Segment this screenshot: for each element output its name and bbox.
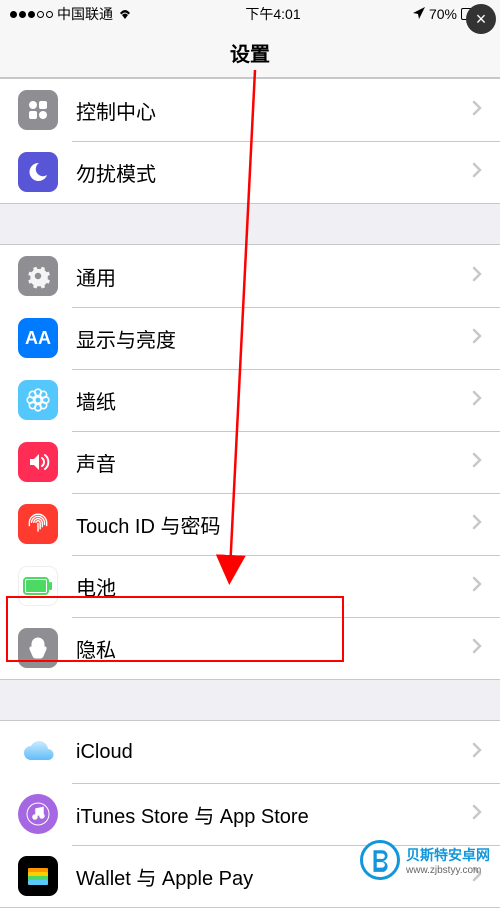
chevron-right-icon [472, 742, 482, 763]
row-label: 控制中心 [76, 96, 472, 125]
row-sound[interactable]: 声音 [0, 431, 500, 493]
itunes-icon [18, 794, 58, 834]
close-icon: × [476, 9, 487, 30]
row-itunes[interactable]: iTunes Store 与 App Store [0, 783, 500, 845]
status-left: 中国联通 [10, 4, 133, 24]
battery-row-icon [18, 566, 58, 606]
aa-icon: AA [18, 318, 58, 358]
watermark-title: 贝斯特安卓网 [406, 845, 490, 865]
row-dnd[interactable]: 勿扰模式 [0, 141, 500, 203]
row-label: iCloud [76, 741, 472, 764]
carrier-label: 中国联通 [57, 4, 113, 24]
gear-icon [18, 256, 58, 296]
chevron-right-icon [472, 452, 482, 473]
row-label: 隐私 [76, 634, 472, 663]
cloud-icon [18, 732, 58, 772]
row-icloud[interactable]: iCloud [0, 721, 500, 783]
chevron-right-icon [472, 804, 482, 825]
page-title: 设置 [230, 38, 270, 67]
row-label: iTunes Store 与 App Store [76, 800, 472, 829]
nav-bar: 设置 [0, 28, 500, 78]
row-general[interactable]: 通用 [0, 245, 500, 307]
row-label: 勿扰模式 [76, 158, 472, 187]
chevron-right-icon [472, 390, 482, 411]
chevron-right-icon [472, 576, 482, 597]
control-center-icon [18, 90, 58, 130]
location-icon [413, 6, 425, 22]
row-label: 声音 [76, 448, 472, 477]
settings-list[interactable]: 控制中心 勿扰模式 通用 AA 显示与亮度 墙纸 [0, 78, 500, 908]
chevron-right-icon [472, 638, 482, 659]
watermark-url: www.zjbstyy.com [406, 865, 490, 876]
row-wallpaper[interactable]: 墙纸 [0, 369, 500, 431]
chevron-right-icon [472, 266, 482, 287]
row-touchid[interactable]: Touch ID 与密码 [0, 493, 500, 555]
time-label: 下午4:01 [245, 4, 300, 24]
row-privacy[interactable]: 隐私 [0, 617, 500, 679]
row-label: Touch ID 与密码 [76, 510, 472, 539]
fingerprint-icon [18, 504, 58, 544]
settings-group-1: 控制中心 勿扰模式 [0, 78, 500, 204]
row-control-center[interactable]: 控制中心 [0, 79, 500, 141]
flower-icon [18, 380, 58, 420]
signal-icon [10, 11, 53, 18]
watermark: 贝斯特安卓网 www.zjbstyy.com [360, 840, 490, 880]
chevron-right-icon [472, 162, 482, 183]
row-label: 显示与亮度 [76, 324, 472, 353]
speaker-icon [18, 442, 58, 482]
close-button[interactable]: × [466, 4, 496, 34]
row-label: 墙纸 [76, 386, 472, 415]
settings-group-2: 通用 AA 显示与亮度 墙纸 声音 Touch ID 与密码 [0, 244, 500, 680]
moon-icon [18, 152, 58, 192]
chevron-right-icon [472, 100, 482, 121]
status-bar: 中国联通 下午4:01 70% [0, 0, 500, 28]
chevron-right-icon [472, 514, 482, 535]
battery-percent: 70% [429, 6, 457, 22]
chevron-right-icon [472, 328, 482, 349]
row-battery[interactable]: 电池 [0, 555, 500, 617]
hand-icon [18, 628, 58, 668]
row-display[interactable]: AA 显示与亮度 [0, 307, 500, 369]
wifi-icon [117, 6, 133, 22]
row-label: 电池 [76, 572, 472, 601]
row-label: 通用 [76, 262, 472, 291]
watermark-logo-icon [360, 840, 400, 880]
wallet-icon [18, 856, 58, 896]
